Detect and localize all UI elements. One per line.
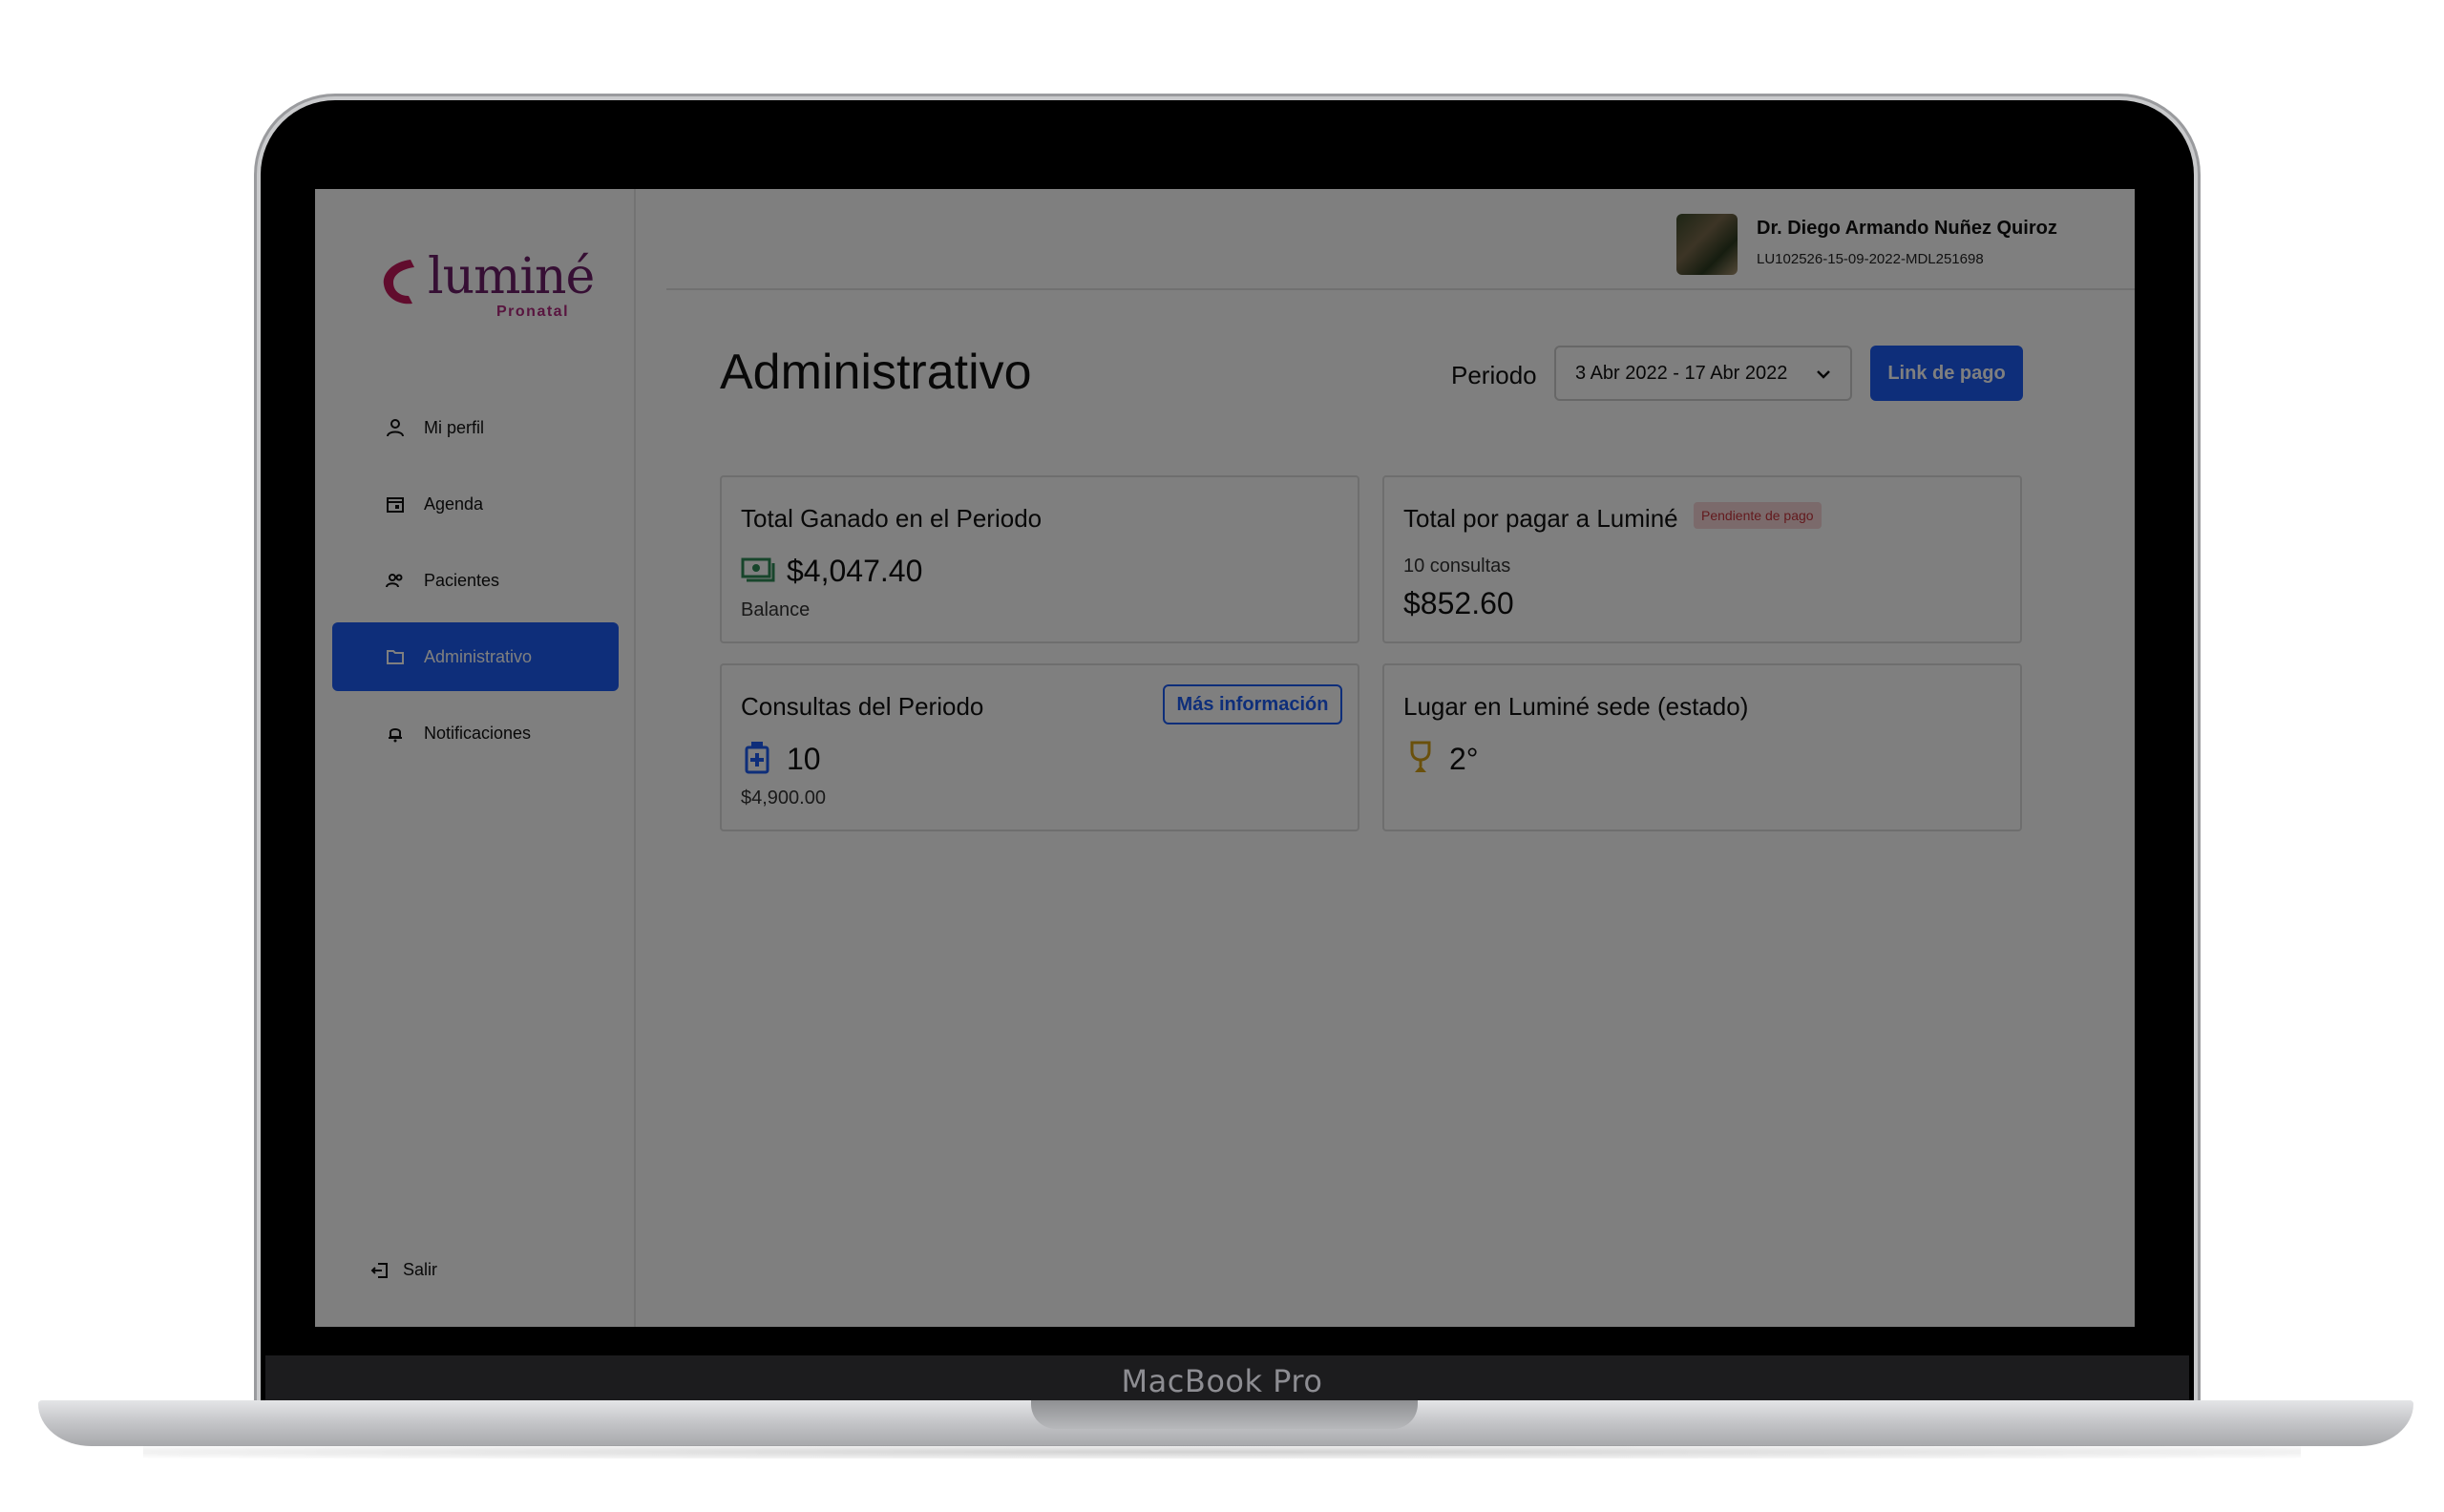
period-value: 3 Abr 2022 - 17 Abr 2022 [1575, 362, 1788, 384]
to-pay-card: Total por pagar a Luminé Pendiente de pa… [1382, 475, 2022, 643]
sidebar-item-agenda[interactable]: Agenda [332, 470, 619, 538]
brand-logo: luminé Pronatal [380, 248, 595, 321]
ranking-value: 2° [1449, 742, 1479, 776]
sidebar-item-label: Notificaciones [424, 723, 532, 743]
bell-icon [389, 728, 402, 743]
folder-icon [387, 650, 404, 664]
user-name: Dr. Diego Armando Nuñez Quiroz [1757, 218, 2057, 239]
sidebar-item-label: Mi perfil [424, 417, 485, 437]
card-title: Consultas del Periodo [741, 692, 984, 721]
sidebar: luminé Pronatal Mi perfil Agenda Pacient… [315, 189, 636, 1327]
sidebar-item-mi-perfil[interactable]: Mi perfil [332, 393, 619, 462]
logo-subtext: Pronatal [496, 304, 570, 320]
sidebar-item-administrativo[interactable]: Administrativo [332, 622, 619, 691]
calendar-icon [387, 497, 404, 513]
device-label: MacBook Pro [1121, 1363, 1323, 1399]
card-title: Total por pagar a Luminé [1403, 504, 1678, 533]
earned-sub: Balance [741, 599, 811, 620]
sidebar-item-pacientes[interactable]: Pacientes [332, 546, 619, 615]
medical-kit-icon [745, 742, 769, 774]
page-title: Administrativo [720, 345, 1032, 400]
logout-label: Salir [403, 1260, 438, 1279]
avatar[interactable] [1676, 214, 1738, 275]
logo-text: luminé [428, 248, 595, 305]
laptop-shadow [143, 1445, 2301, 1459]
consultations-card: Consultas del Periodo Más información 10… [720, 663, 1359, 831]
logout-icon [370, 1262, 388, 1278]
card-title: Total Ganado en el Periodo [741, 504, 1043, 533]
logo-mark-icon [383, 260, 414, 304]
app-screen: luminé Pronatal Mi perfil Agenda Pacient… [315, 189, 2135, 1327]
laptop-notch [1031, 1400, 1418, 1429]
money-icon [741, 557, 775, 582]
sidebar-item-notificaciones[interactable]: Notificaciones [332, 699, 619, 767]
more-info-button[interactable]: Más información [1163, 684, 1342, 724]
earned-card: Total Ganado en el Periodo $4,047.40 Bal… [720, 475, 1359, 643]
consultations-value: 10 [787, 742, 821, 776]
to-pay-value: $852.60 [1403, 586, 1514, 620]
sidebar-item-label: Agenda [424, 494, 484, 514]
card-title: Lugar en Luminé sede (estado) [1403, 692, 1749, 721]
sidebar-item-label: Pacientes [424, 570, 500, 590]
top-bar: Dr. Diego Armando Nuñez Quiroz LU102526-… [666, 189, 2135, 290]
period-select[interactable]: 3 Abr 2022 - 17 Abr 2022 [1554, 346, 1852, 401]
logout-button[interactable]: Salir [370, 1260, 437, 1280]
consultations-amount: $4,900.00 [741, 788, 826, 808]
users-icon [386, 574, 403, 588]
chevron-down-icon [1817, 370, 1830, 379]
ranking-card: Lugar en Luminé sede (estado) 2° [1382, 663, 2022, 831]
pay-link-button[interactable]: Link de pago [1870, 346, 2023, 401]
status-badge: Pendiente de pago [1694, 502, 1822, 529]
user-icon [387, 419, 404, 437]
consultations-count: 10 consultas [1403, 556, 1511, 577]
period-label: Periodo [1451, 361, 1537, 389]
user-id: LU102526-15-09-2022-MDL251698 [1757, 251, 1984, 267]
sidebar-item-label: Administrativo [424, 646, 533, 666]
trophy-icon [1410, 741, 1431, 772]
sidebar-nav: Mi perfil Agenda Pacientes Administrativ… [332, 393, 619, 775]
earned-value: $4,047.40 [787, 554, 923, 588]
